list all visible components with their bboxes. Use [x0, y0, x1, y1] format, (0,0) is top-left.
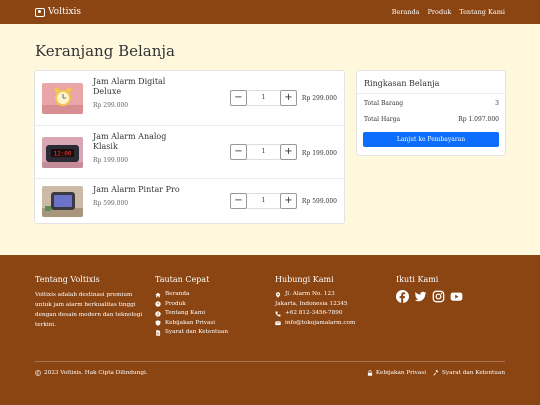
- document-icon: [156, 330, 161, 336]
- item-total: Rp 299.000: [301, 95, 337, 102]
- nav-link-tentang-kami[interactable]: Tentang Kami: [459, 8, 505, 16]
- footer-about-text: Voltixis adalah destinasi premium untuk …: [35, 292, 143, 328]
- quantity-input[interactable]: 1: [247, 144, 280, 160]
- phone-icon: [275, 311, 281, 317]
- nav-link-produk[interactable]: Produk: [428, 8, 452, 16]
- item-name: Jam Alarm Pintar Pro: [93, 185, 180, 194]
- lock-icon: [367, 370, 373, 376]
- footer: Tentang Voltixis Voltixis adalah destina…: [0, 255, 540, 405]
- nav-link-beranda[interactable]: Beranda: [392, 8, 420, 16]
- decrease-quantity-button[interactable]: −: [230, 144, 247, 160]
- increase-quantity-button[interactable]: +: [280, 193, 297, 209]
- quantity-stepper: − 1 +: [230, 144, 297, 160]
- terms-link[interactable]: Syarat dan Ketentuan: [433, 370, 505, 376]
- footer-link-syarat-ketentuan[interactable]: Syarat dan Ketentuan: [155, 328, 228, 338]
- footer-contact: Hubungi Kami Jl. Alarm No. 123 Jakarta, …: [275, 275, 355, 328]
- contact-address-text: Jl. Alarm No. 123: [285, 291, 335, 297]
- cart-card: Jam Alarm Digital Deluxe Rp 299.000 − 1 …: [34, 70, 345, 224]
- copyright-icon: [35, 370, 41, 376]
- total-items-label: Total Barang: [364, 100, 404, 107]
- contact-address: Jl. Alarm No. 123: [275, 290, 355, 300]
- footer-link-beranda[interactable]: Beranda: [155, 290, 228, 300]
- shield-icon: [155, 320, 161, 326]
- cart-row: Jam Alarm Pintar Pro Rp 599.000 − 1 + Rp…: [35, 179, 344, 224]
- cart-row: 12:00 Jam Alarm Analog Klasik Rp 199.000…: [35, 126, 344, 179]
- brand-name: Voltixis: [48, 7, 82, 17]
- footer-about-title: Tentang Voltixis: [35, 275, 100, 284]
- increase-quantity-button[interactable]: +: [280, 90, 297, 106]
- total-price-value: Rp 1.097.000: [458, 116, 499, 123]
- privacy-link-text: Kebijakan Privasi: [375, 370, 427, 376]
- decrease-quantity-button[interactable]: −: [230, 193, 247, 209]
- footer-link-label: Kebijakan Privasi: [165, 319, 216, 326]
- footer-link-label: Syarat dan Ketentuan: [165, 329, 228, 335]
- total-items-row: Total Barang 3: [364, 100, 499, 107]
- gavel-icon: [433, 370, 439, 376]
- contact-phone[interactable]: +62 812-3456-7890: [275, 309, 355, 319]
- contact-email-text: info@tokojamalarm.com: [285, 319, 356, 326]
- footer-quick-links: Tautan Cepat Beranda Produk Tentang Kami…: [155, 275, 228, 338]
- facebook-icon[interactable]: [396, 290, 409, 303]
- instagram-icon[interactable]: [432, 290, 445, 303]
- product-image: 12:00: [42, 137, 83, 168]
- product-image: [42, 186, 83, 217]
- copyright-text: 2023 Voltixis. Hak Cipta Dilindungi.: [44, 370, 148, 376]
- navbar: Voltixis Beranda Produk Tentang Kami: [0, 0, 540, 24]
- summary-title: Ringkasan Belanja: [364, 79, 440, 88]
- increase-quantity-button[interactable]: +: [280, 144, 297, 160]
- terms-link-text: Syarat dan Ketentuan: [442, 370, 505, 376]
- quantity-input[interactable]: 1: [247, 193, 280, 209]
- contact-phone-text: +62 812-3456-7890: [285, 310, 343, 316]
- item-total: Rp 599.000: [301, 198, 337, 205]
- envelope-icon: [275, 321, 281, 326]
- item-name: Jam Alarm Digital Deluxe: [93, 77, 166, 96]
- quantity-stepper: − 1 +: [230, 90, 297, 106]
- footer-link-produk[interactable]: Produk: [155, 300, 228, 310]
- footer-follow-title: Ikuti Kami: [396, 275, 439, 284]
- nav-links: Beranda Produk Tentang Kami: [392, 8, 505, 16]
- footer-link-kebijakan-privasi[interactable]: Kebijakan Privasi: [155, 319, 228, 329]
- footer-link-tentang-kami[interactable]: Tentang Kami: [155, 309, 228, 319]
- item-price: Rp 299.000: [93, 102, 129, 109]
- contact-email[interactable]: info@tokojamalarm.com: [275, 319, 355, 329]
- contact-city-text: Jakarta, Indonesia 12345: [275, 300, 348, 307]
- decrease-quantity-button[interactable]: −: [230, 90, 247, 106]
- quantity-input[interactable]: 1: [247, 90, 280, 106]
- item-price: Rp 599.000: [93, 200, 129, 207]
- footer-links-title: Tautan Cepat: [155, 275, 210, 284]
- youtube-icon[interactable]: [450, 290, 463, 303]
- page-title: Keranjang Belanja: [35, 42, 175, 60]
- footer-contact-title: Hubungi Kami: [275, 275, 334, 284]
- footer-link-label: Beranda: [165, 291, 190, 297]
- contact-city: Jakarta, Indonesia 12345: [275, 300, 355, 310]
- privacy-link[interactable]: Kebijakan Privasi: [367, 370, 426, 376]
- total-items-value: 3: [495, 100, 499, 107]
- footer-link-label: Produk: [165, 300, 186, 307]
- map-marker-icon: [275, 292, 281, 298]
- clock-icon: [35, 7, 45, 17]
- total-price-row: Total Harga Rp 1.097.000: [364, 116, 499, 123]
- product-image: [42, 83, 83, 114]
- item-total: Rp 199.000: [301, 150, 337, 157]
- item-name: Jam Alarm Analog Klasik: [93, 132, 167, 151]
- twitter-icon[interactable]: [414, 290, 427, 303]
- legal-links: Kebijakan Privasi Syarat dan Ketentuan: [367, 370, 505, 376]
- checkout-button[interactable]: Lanjut ke Pembayaran: [363, 132, 499, 147]
- home-icon: [155, 292, 161, 298]
- clock-icon: [155, 301, 161, 307]
- quantity-stepper: − 1 +: [230, 193, 297, 209]
- footer-link-label: Tentang Kami: [165, 310, 206, 316]
- footer-about: Tentang Voltixis Voltixis adalah destina…: [35, 275, 150, 330]
- svg-text:12:00: 12:00: [53, 151, 71, 158]
- order-summary: Ringkasan Belanja Total Barang 3 Total H…: [356, 70, 506, 156]
- footer-social: Ikuti Kami: [396, 275, 463, 303]
- total-price-label: Total Harga: [364, 116, 401, 123]
- item-price: Rp 199.000: [93, 157, 129, 164]
- copyright: 2023 Voltixis. Hak Cipta Dilindungi.: [35, 370, 148, 376]
- brand-link[interactable]: Voltixis: [35, 7, 81, 17]
- cart-row: Jam Alarm Digital Deluxe Rp 299.000 − 1 …: [35, 71, 344, 126]
- footer-divider: [35, 361, 505, 362]
- info-icon: [155, 311, 161, 317]
- divider: [357, 93, 505, 94]
